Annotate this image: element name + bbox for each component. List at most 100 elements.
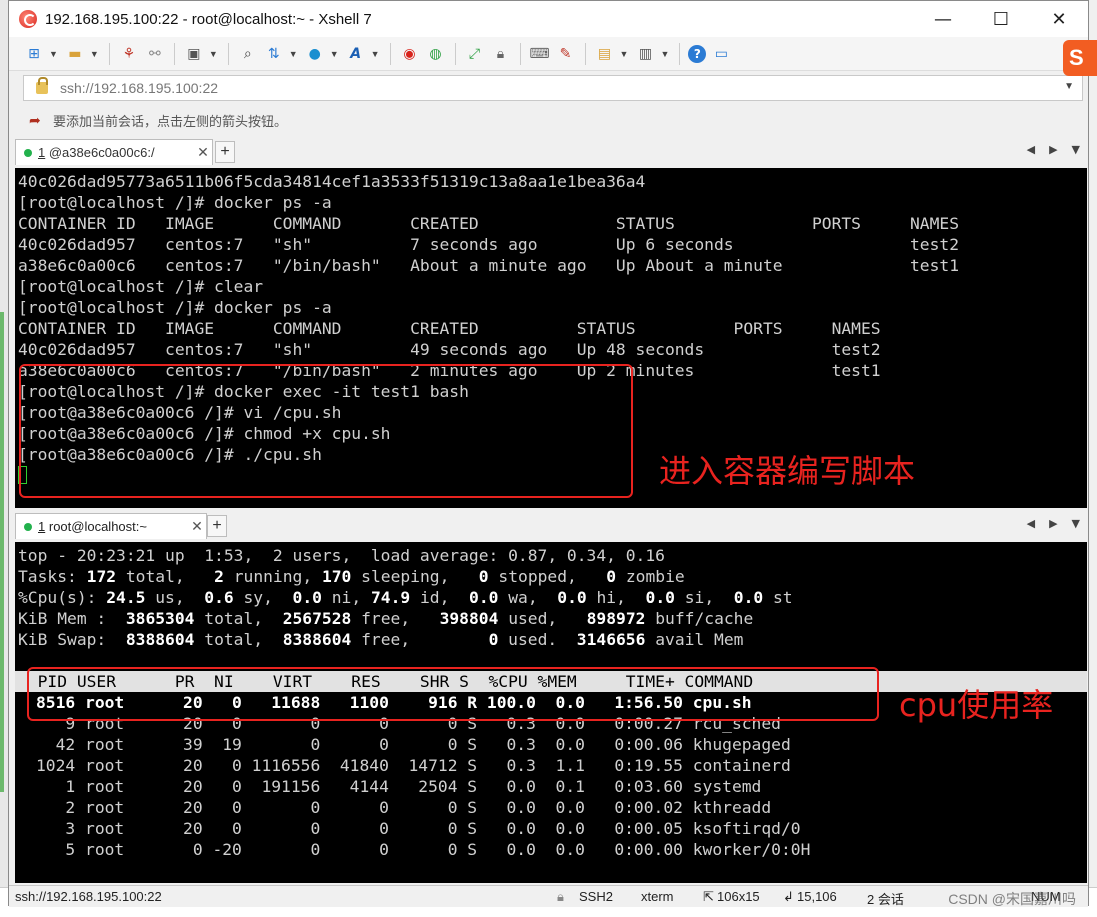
- new-tab-button[interactable]: +: [215, 141, 235, 163]
- connected-status-icon: [24, 148, 32, 157]
- xshell-icon[interactable]: ◉: [399, 43, 421, 65]
- lock-icon[interactable]: 🔒︎: [490, 43, 512, 65]
- separator: [519, 42, 521, 65]
- tab-session-bottom[interactable]: 1 root@localhost:~ ✕: [15, 513, 207, 539]
- tab-next-icon[interactable]: ▶: [1049, 517, 1057, 530]
- separator: [454, 42, 456, 65]
- terminal-line: 40c026dad957 centos:7 "sh" 49 seconds ag…: [18, 340, 881, 359]
- chevron-down-icon[interactable]: ▼: [620, 49, 629, 59]
- properties-icon[interactable]: ▣: [183, 43, 205, 65]
- maximize-button[interactable]: ☐: [972, 1, 1030, 37]
- title-bar[interactable]: 192.168.195.100:22 - root@localhost:~ - …: [9, 1, 1088, 37]
- close-button[interactable]: ✕: [1030, 1, 1088, 37]
- top-swap-line: KiB Swap: 8388604 total, 8388604 free, 0…: [18, 630, 744, 649]
- terminal-top[interactable]: 40c026dad95773a6511b06f5cda34814cef1a353…: [15, 168, 1087, 508]
- status-protocol: SSH2: [579, 889, 613, 904]
- terminal-line: CONTAINER ID IMAGE COMMAND CREATED STATU…: [18, 214, 960, 233]
- terminal-line: 40c026dad95773a6511b06f5cda34814cef1a353…: [18, 172, 646, 191]
- terminal-line: a38e6c0a00c6 centos:7 "/bin/bash" About …: [18, 256, 960, 275]
- chevron-down-icon[interactable]: ▼: [371, 49, 380, 59]
- fullscreen-icon[interactable]: ⤢: [464, 43, 486, 65]
- open-folder-icon[interactable]: ▬: [64, 43, 86, 65]
- chevron-down-icon[interactable]: ▼: [330, 49, 339, 59]
- tab-navigation: ◀ ▶ ▼: [1027, 143, 1080, 156]
- lock-icon: [36, 77, 48, 94]
- terminal-line: [root@localhost /]# docker ps -a: [18, 298, 332, 317]
- terminal-line: 40c026dad957 centos:7 "sh" 7 seconds ago…: [18, 235, 960, 254]
- top-tasks-line: Tasks: 172 total, 2 running, 170 sleepin…: [18, 567, 685, 586]
- chat-icon[interactable]: ▭: [710, 43, 732, 65]
- window-title: 192.168.195.100:22 - root@localhost:~ - …: [45, 10, 372, 28]
- screen: 192.168.195.100:22 - root@localhost:~ - …: [0, 0, 1097, 917]
- tab-label: 1 root@localhost:~: [38, 519, 147, 534]
- layout-icon[interactable]: ▥: [634, 43, 656, 65]
- separator: [108, 42, 110, 65]
- disconnect-icon[interactable]: ⚘: [118, 43, 140, 65]
- top-cpu-line: %Cpu(s): 24.5 us, 0.6 sy, 0.0 ni, 74.9 i…: [18, 588, 793, 607]
- tab-list-icon[interactable]: ▼: [1072, 143, 1080, 156]
- find-icon[interactable]: ⌕: [237, 43, 259, 65]
- annotation-label-script: 进入容器编写脚本: [659, 452, 916, 490]
- address-input[interactable]: ssh://192.168.195.100:22: [60, 80, 218, 96]
- tab-prev-icon[interactable]: ◀: [1027, 517, 1035, 530]
- sogou-ime-icon[interactable]: S: [1063, 40, 1097, 76]
- keyboard-icon[interactable]: ⌨: [529, 43, 551, 65]
- tab-next-icon[interactable]: ▶: [1049, 143, 1057, 156]
- tab-list-icon[interactable]: ▼: [1072, 517, 1080, 530]
- terminal-bottom[interactable]: top - 20:23:21 up 1:53, 2 users, load av…: [15, 542, 1087, 883]
- new-session-icon[interactable]: ⊞: [23, 43, 45, 65]
- top-summary-line: top - 20:23:21 up 1:53, 2 users, load av…: [18, 546, 665, 565]
- process-row: 5 root 0 -20 0 0 0 S 0.0 0.0 0:00.00 kwo…: [36, 840, 811, 859]
- xftp-icon[interactable]: ◍: [425, 43, 447, 65]
- xshell-window: 192.168.195.100:22 - root@localhost:~ - …: [8, 0, 1089, 907]
- chevron-down-icon[interactable]: ▼: [209, 49, 218, 59]
- status-size-icon: ⇱: [703, 889, 714, 904]
- csdn-watermark: CSDN @宋国嘉川吗: [948, 891, 1076, 907]
- tab-row-top: 1 @a38e6c0a00c6:/ ✕ + ◀ ▶ ▼: [9, 137, 1088, 165]
- reconnect-icon[interactable]: ⚯: [144, 43, 166, 65]
- annotation-box-script: [19, 364, 633, 498]
- status-term: xterm: [641, 889, 674, 904]
- tab-prev-icon[interactable]: ◀: [1027, 143, 1035, 156]
- highlight-icon[interactable]: ✎: [555, 43, 577, 65]
- terminal-line: [root@localhost /]# docker ps -a: [18, 193, 332, 212]
- new-tab-button[interactable]: +: [207, 515, 227, 537]
- tab-close-icon[interactable]: ✕: [188, 519, 206, 535]
- status-cursor-icon: ↲: [783, 889, 794, 904]
- top-mem-line: KiB Mem : 3865304 total, 2567528 free, 3…: [18, 609, 754, 628]
- help-icon[interactable]: ?: [688, 44, 707, 63]
- process-row: 1 root 20 0 191156 4144 2504 S 0.0 0.1 0…: [36, 777, 762, 796]
- tab-close-icon[interactable]: ✕: [194, 145, 212, 161]
- process-row: 42 root 39 19 0 0 0 S 0.3 0.0 0:00.06 kh…: [36, 735, 791, 754]
- address-bar[interactable]: ssh://192.168.195.100:22 ▼: [23, 75, 1083, 101]
- separator: [173, 42, 175, 65]
- chevron-down-icon[interactable]: ▼: [1064, 81, 1074, 92]
- process-row: 3 root 20 0 0 0 0 S 0.0 0.0 0:00.05 ksof…: [36, 819, 801, 838]
- separator: [227, 42, 229, 65]
- separator: [679, 42, 681, 65]
- status-sessions: 2 会话: [867, 892, 904, 907]
- tab-label: 1 @a38e6c0a00c6:/: [38, 145, 155, 160]
- tab-row-bottom: 1 root@localhost:~ ✕ + ◀ ▶ ▼: [9, 511, 1088, 539]
- chevron-down-icon[interactable]: ▼: [289, 49, 298, 59]
- terminal-line: CONTAINER ID IMAGE COMMAND CREATED STATU…: [18, 319, 881, 338]
- script-icon[interactable]: ▤: [594, 43, 616, 65]
- tab-session-top[interactable]: 1 @a38e6c0a00c6:/ ✕: [15, 139, 213, 165]
- status-bar: ssh://192.168.195.100:22 🔒︎ SSH2 xterm ⇱…: [9, 885, 1088, 907]
- separator: [584, 42, 586, 65]
- chevron-down-icon[interactable]: ▼: [90, 49, 99, 59]
- connected-status-icon: [24, 522, 32, 531]
- window-controls: — ☐ ✕: [914, 1, 1088, 37]
- xshell-logo-icon: [19, 10, 37, 28]
- globe-icon[interactable]: ●: [304, 43, 326, 65]
- add-session-arrow-icon[interactable]: ➦: [29, 113, 45, 129]
- process-row: 1024 root 20 0 1116556 41840 14712 S 0.3…: [36, 756, 791, 775]
- annotation-label-cpu: cpu使用率: [899, 686, 1054, 724]
- chevron-down-icon[interactable]: ▼: [49, 49, 58, 59]
- transfer-icon[interactable]: ⇅: [263, 43, 285, 65]
- minimize-button[interactable]: —: [914, 1, 972, 37]
- font-icon[interactable]: A: [345, 43, 367, 65]
- chevron-down-icon[interactable]: ▼: [660, 49, 669, 59]
- toolbar: ⊞ ▼ ▬ ▼ ⚘ ⚯ ▣ ▼ ⌕ ⇅ ▼ ● ▼ A ▼ ◉ ◍ ⤢ 🔒︎ ⌨ ✎ ▤ ▼ …: [9, 37, 1088, 71]
- status-size: 106x15: [717, 889, 760, 904]
